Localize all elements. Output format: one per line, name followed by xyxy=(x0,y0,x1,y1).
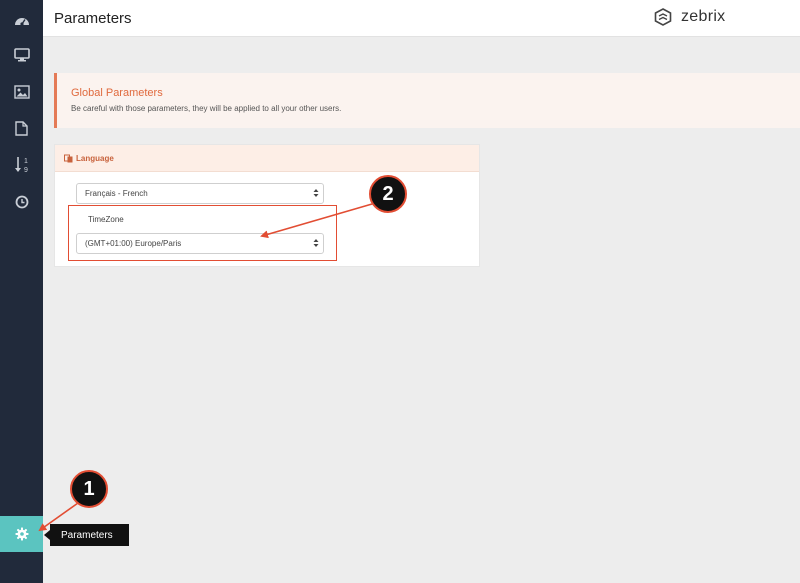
sidebar-item-history[interactable] xyxy=(0,184,43,220)
zebrix-logo-icon xyxy=(654,8,672,26)
timezone-highlight-box xyxy=(68,205,337,261)
gear-icon xyxy=(15,527,28,541)
sidebar-item-dashboard[interactable] xyxy=(0,2,43,38)
brand-name: zebrix xyxy=(681,8,726,25)
top-header: Parameters zebrix xyxy=(43,0,800,37)
monitor-icon xyxy=(13,48,30,62)
alert-text: Be careful with those parameters, they w… xyxy=(71,104,342,113)
file-icon xyxy=(15,120,28,136)
sidebar-item-documents[interactable] xyxy=(0,110,43,146)
sidebar-item-media[interactable] xyxy=(0,74,43,110)
sort-digit-top: 1 xyxy=(24,158,28,165)
language-flag-icon xyxy=(64,154,73,162)
page-title: Parameters xyxy=(54,10,132,27)
sidebar-item-sort[interactable]: 1 9 xyxy=(0,147,43,183)
brand-logo[interactable]: zebrix xyxy=(653,7,725,27)
settings-tooltip: Parameters xyxy=(50,524,129,546)
sort-numeric-icon: 1 9 xyxy=(14,157,28,174)
select-arrows-icon xyxy=(313,189,319,197)
sidebar-item-settings[interactable] xyxy=(0,516,43,552)
dashboard-icon xyxy=(14,18,29,26)
image-icon xyxy=(13,85,30,99)
language-select-value: Français - French xyxy=(85,189,148,198)
sort-digit-bottom: 9 xyxy=(24,167,28,174)
panel-title: Language xyxy=(76,153,114,163)
sidebar: 1 9 xyxy=(0,0,43,583)
global-parameters-alert: Global Parameters Be careful with those … xyxy=(54,73,800,128)
annotation-badge-1: 1 xyxy=(70,470,108,508)
annotation-badge-2: 2 xyxy=(369,175,407,213)
sidebar-item-screens[interactable] xyxy=(0,37,43,73)
clock-icon xyxy=(15,195,28,209)
language-select[interactable]: Français - French xyxy=(76,183,324,204)
alert-title: Global Parameters xyxy=(71,87,163,99)
panel-header: Language xyxy=(55,145,479,172)
